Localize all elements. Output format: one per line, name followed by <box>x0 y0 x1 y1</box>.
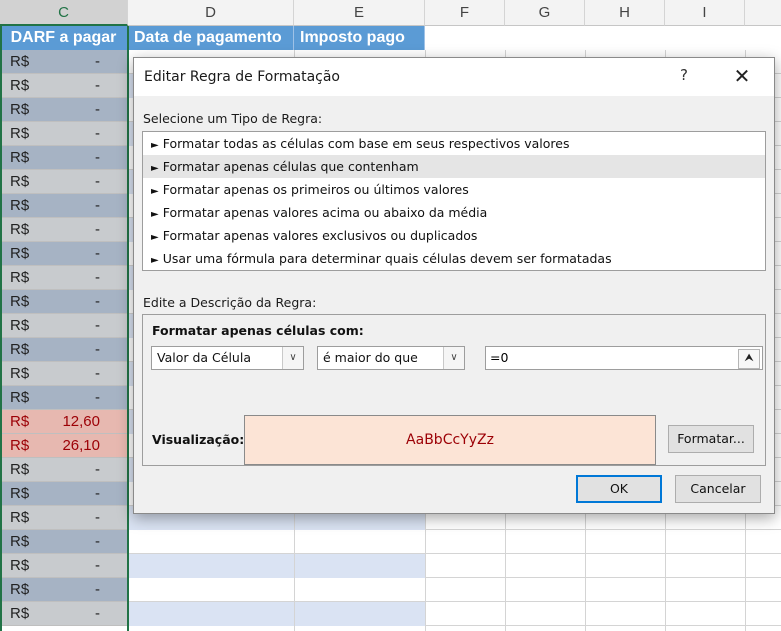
value-input-text: =0 <box>490 350 509 365</box>
bullet-arrow-icon: ► <box>151 232 159 243</box>
bullet-arrow-icon: ► <box>151 209 159 220</box>
chevron-down-icon[interactable]: ∨ <box>282 347 303 369</box>
close-icon[interactable]: ✕ <box>730 64 754 88</box>
collapse-dialog-icon[interactable]: ⮝ <box>738 349 760 369</box>
column-header-e[interactable]: E <box>294 0 425 26</box>
column-header-c[interactable]: C <box>0 0 128 26</box>
chevron-down-icon[interactable]: ∨ <box>443 347 464 369</box>
rule-description-label: Edite a Descrição da Regra: <box>143 295 317 310</box>
operator-value: é maior do que <box>323 350 418 365</box>
value-input[interactable]: =0 ⮝ <box>485 346 763 370</box>
bullet-arrow-icon: ► <box>151 255 159 266</box>
cancel-button[interactable]: Cancelar <box>675 475 761 503</box>
preview-label: Visualização: <box>152 432 245 447</box>
help-icon[interactable]: ? <box>674 66 694 84</box>
column-header-f[interactable]: F <box>425 0 505 26</box>
rule-type-text: Formatar apenas valores exclusivos ou du… <box>162 228 478 243</box>
column-header-next[interactable] <box>745 0 781 26</box>
rule-type-text: Formatar apenas os primeiros ou últimos … <box>162 182 469 197</box>
rule-type-text: Formatar apenas células que contenham <box>162 159 419 174</box>
format-preview: AaBbCcYyZz <box>244 415 656 465</box>
column-header-d[interactable]: D <box>128 0 294 26</box>
rule-type-text: Usar uma fórmula para determinar quais c… <box>162 251 612 266</box>
column-c-selection <box>0 26 129 631</box>
rule-type-item[interactable]: ► Formatar todas as células com base em s… <box>143 132 765 155</box>
rule-type-list[interactable]: ► Formatar todas as células com base em s… <box>142 131 766 271</box>
bullet-arrow-icon: ► <box>151 163 159 174</box>
condition-type-value: Valor da Célula <box>157 350 251 365</box>
rule-description-box: Formatar apenas células com: Valor da Cé… <box>142 314 766 466</box>
header-cell-data-pagamento[interactable]: Data de pagamento <box>128 26 294 50</box>
rule-type-text: Formatar todas as células com base em se… <box>162 136 570 151</box>
column-header-i[interactable]: I <box>665 0 745 26</box>
bullet-arrow-icon: ► <box>151 186 159 197</box>
operator-select[interactable]: é maior do que ∨ <box>317 346 465 370</box>
format-button[interactable]: Formatar... <box>668 425 754 453</box>
rule-type-item[interactable]: ► Formatar apenas os primeiros ou últimos… <box>143 178 765 201</box>
edit-formatting-rule-dialog: Editar Regra de Formatação ? ✕ Selecione… <box>133 57 775 514</box>
rule-type-item[interactable]: ► Formatar apenas valores exclusivos ou d… <box>143 224 765 247</box>
condition-type-select[interactable]: Valor da Célula ∨ <box>151 346 304 370</box>
header-cell-imposto-pago[interactable]: Imposto pago <box>294 26 425 50</box>
rule-type-text: Formatar apenas valores acima ou abaixo … <box>162 205 488 220</box>
dialog-title: Editar Regra de Formatação <box>144 69 340 85</box>
table-band <box>129 554 425 578</box>
bullet-arrow-icon: ► <box>151 140 159 151</box>
rule-type-item-selected[interactable]: ► Formatar apenas células que contenham <box>143 155 765 178</box>
rule-description-title: Formatar apenas células com: <box>152 323 364 338</box>
rule-type-item[interactable]: ► Usar uma fórmula para determinar quais … <box>143 247 765 270</box>
rule-type-label: Selecione um Tipo de Regra: <box>143 111 323 126</box>
column-header-g[interactable]: G <box>505 0 585 26</box>
ok-button[interactable]: OK <box>576 475 662 503</box>
dialog-titlebar[interactable]: Editar Regra de Formatação ? ✕ <box>134 58 774 96</box>
rule-type-item[interactable]: ► Formatar apenas valores acima ou abaixo… <box>143 201 765 224</box>
column-header-h[interactable]: H <box>585 0 665 26</box>
table-band <box>129 602 425 626</box>
